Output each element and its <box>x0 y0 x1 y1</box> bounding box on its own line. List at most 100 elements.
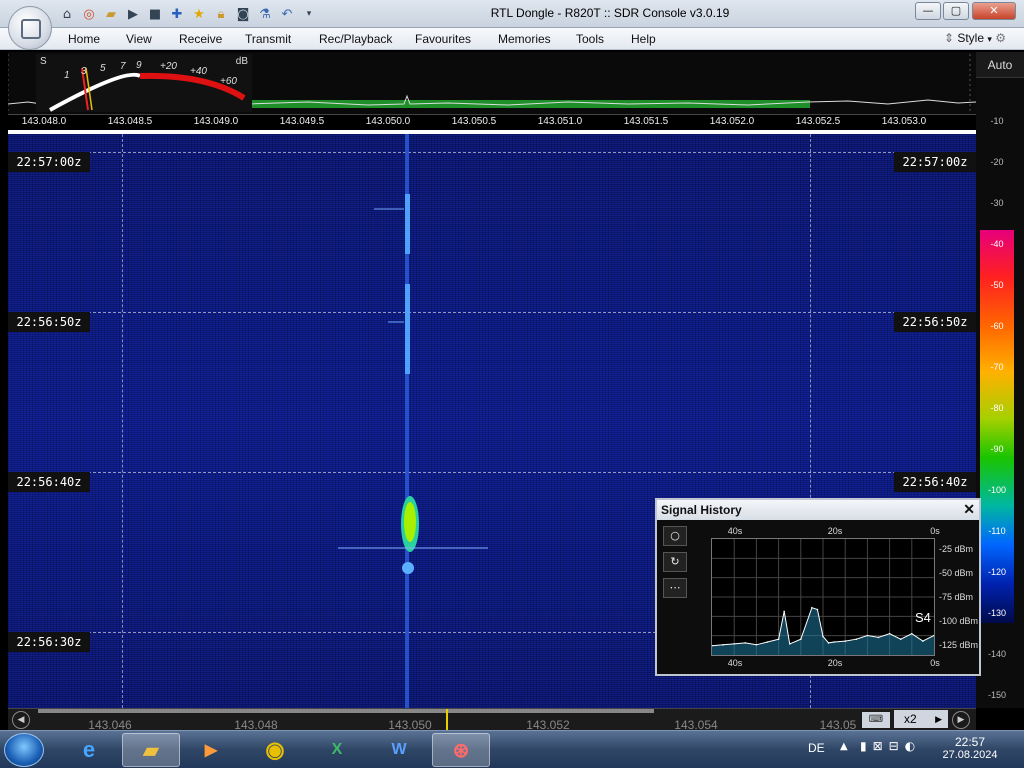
application-menu-button[interactable] <box>8 6 52 50</box>
dbm-label: -80 <box>990 403 1004 413</box>
language-indicator[interactable]: DE <box>808 741 825 755</box>
menu-favourites[interactable]: Favourites <box>415 32 471 46</box>
tray-expand-icon[interactable]: ▲ <box>840 741 848 752</box>
signal-point <box>777 638 780 641</box>
tray-icons[interactable]: ▮⊠⊟◐ <box>860 739 921 753</box>
dbm-label: -120 <box>987 567 1006 577</box>
start-button[interactable] <box>4 733 44 767</box>
menu-help[interactable]: Help <box>631 32 656 46</box>
dbm-label: -110 <box>988 526 1006 536</box>
signal-point <box>811 606 813 609</box>
ie-icon[interactable]: e <box>60 733 118 767</box>
timestamp-left: 22:57:00z <box>8 152 90 172</box>
menu-home[interactable]: Home <box>68 32 100 46</box>
y-tick: -25 dBm <box>939 544 974 554</box>
y-tick: -50 dBm <box>939 568 974 578</box>
freq-label: 143.048.5 <box>107 116 153 127</box>
dbm-label: -100 <box>987 485 1006 495</box>
db-tick: +60 <box>220 76 237 87</box>
signal-point <box>866 634 869 637</box>
scroll-right-icon[interactable]: ▶ <box>952 711 970 729</box>
explorer-icon[interactable]: ▰ <box>122 733 180 767</box>
dbm-label: -70 <box>990 362 1004 372</box>
sdr-console-icon[interactable]: ⊛ <box>432 733 490 767</box>
s-meter-db-label: dB <box>235 56 248 67</box>
keyboard-icon[interactable]: ⌨ <box>862 712 890 728</box>
signal-point <box>788 643 791 645</box>
word-icon[interactable]: W <box>370 733 428 767</box>
signal-point <box>911 632 913 635</box>
signal-history-titlebar[interactable]: Signal History ✕ <box>657 500 979 520</box>
s-reading: S4 <box>915 610 931 625</box>
db-tick: +20 <box>160 61 177 72</box>
excel-icon[interactable]: X <box>308 733 366 767</box>
timestamp-left: 22:56:50z <box>8 312 90 332</box>
menu-memories[interactable]: Memories <box>498 32 551 46</box>
x-tick-bottom: 0s <box>930 658 940 668</box>
x-tick-bottom: 40s <box>727 658 743 668</box>
freq-label: 143.049.0 <box>193 116 239 127</box>
scroll-thumb[interactable] <box>38 709 654 713</box>
freq-label: 143.053.0 <box>881 116 927 127</box>
x-tick-top: 0s <box>930 526 940 536</box>
chrome-icon[interactable]: ◉ <box>246 733 304 767</box>
y-tick: -100 dBm <box>939 616 979 626</box>
auto-button[interactable]: Auto <box>976 52 1024 78</box>
dbm-label: -50 <box>990 280 1004 290</box>
style-label: Style <box>957 31 985 45</box>
freq-label: 143.050.0 <box>365 116 411 127</box>
signal-point <box>899 638 902 641</box>
maximize-button[interactable]: ▢ <box>943 2 969 20</box>
freq-label: 143.051.0 <box>537 116 583 127</box>
dbm-label: -30 <box>990 198 1004 208</box>
dbm-label: -20 <box>990 157 1004 167</box>
x-tick-bottom: 20s <box>827 658 843 668</box>
media-icon[interactable]: ▶ <box>182 733 240 767</box>
signal-history-close-button[interactable]: ✕ <box>963 501 975 518</box>
ribbon-menu-bar: Home View Receive Transmit Rec/Playback … <box>0 28 1024 50</box>
dbm-scale: -10 -20 -30 -40 -50 -60 -70 -80 -90 -100… <box>976 78 1024 708</box>
clock-date: 27.08.2024 <box>942 749 998 761</box>
signal-history-panel[interactable]: Signal History ✕ ○ ↻ ⋯ 40s 20s 0s S4 -25… <box>655 498 981 676</box>
frequency-scale[interactable]: 143.048.0 143.048.5 143.049.0 143.049.5 … <box>8 114 976 130</box>
record-button[interactable]: ○ <box>663 526 687 546</box>
signal-point <box>855 638 858 641</box>
signal-point <box>722 643 724 646</box>
system-clock[interactable]: 22:57 27.08.2024 <box>940 735 1000 761</box>
signal-point <box>833 641 835 643</box>
menu-transmit[interactable]: Transmit <box>245 32 291 46</box>
menu-receive[interactable]: Receive <box>179 32 222 46</box>
signal-point <box>822 635 824 638</box>
gear-icon[interactable]: ⚙ <box>995 31 1006 45</box>
freq-label: 143.052.0 <box>709 116 755 127</box>
signal-point <box>800 638 802 641</box>
reset-button[interactable]: ↻ <box>663 552 687 572</box>
signal-history-title: Signal History <box>661 503 742 517</box>
zoom-selector[interactable]: x2 ▶ <box>894 710 948 728</box>
dbm-label: -60 <box>990 321 1004 331</box>
dbm-label: -150 <box>987 690 1006 700</box>
frequency-scrollbar[interactable]: ◀ 143.046 143.048 143.050 143.052 143.05… <box>8 708 976 732</box>
title-bar: ⌂ ◎ ▰ ▶ ■ ✚ ★ 🔒︎ ◙ ⚗ ↶ ▾ RTL Dongle - R8… <box>0 0 1024 28</box>
s-meter-s-label: S <box>40 56 47 67</box>
dbm-label: -10 <box>990 116 1004 126</box>
scroll-left-icon[interactable]: ◀ <box>12 711 30 729</box>
style-selector[interactable]: ⇕ Style ▾ ⚙ <box>944 31 1006 45</box>
timestamp-right: 22:57:00z <box>894 152 976 172</box>
signal-point <box>766 641 769 643</box>
signal-history-chart <box>711 538 935 656</box>
close-button[interactable]: ✕ <box>972 2 1016 20</box>
timestamp-left: 22:56:30z <box>8 632 90 652</box>
spectrum-display[interactable]: S dB 1 3 5 7 9 +20 +40 +60 <box>8 52 976 114</box>
minimize-button[interactable]: — <box>915 2 941 20</box>
spin-icon: ⇕ <box>943 31 958 45</box>
menu-tools[interactable]: Tools <box>576 32 604 46</box>
dbm-label: -140 <box>987 649 1006 659</box>
menu-view[interactable]: View <box>126 32 152 46</box>
signal-point <box>844 640 846 642</box>
more-button[interactable]: ⋯ <box>663 578 687 598</box>
signal-point <box>783 610 785 613</box>
windows-taskbar: e ▰ ▶ ◉ X W ⊛ DE ▲ ▮⊠⊟◐ 22:57 27.08.2024 <box>0 730 1024 768</box>
window-title: RTL Dongle - R820T :: SDR Console v3.0.1… <box>490 6 730 20</box>
menu-rec-playback[interactable]: Rec/Playback <box>319 32 392 46</box>
